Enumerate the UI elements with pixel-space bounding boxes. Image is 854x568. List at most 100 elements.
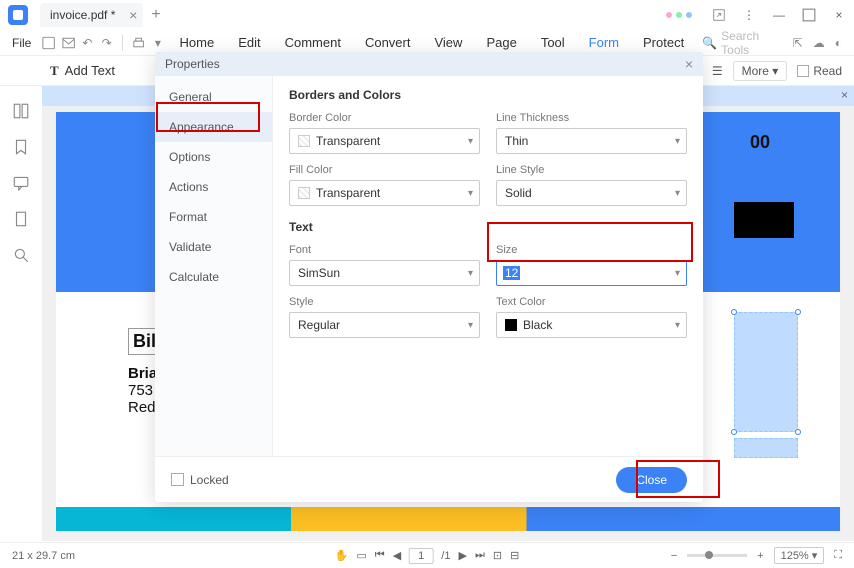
chevron-down-icon: ▾ bbox=[675, 268, 680, 279]
prev-page-icon[interactable]: ◀ bbox=[393, 549, 401, 562]
menu-form[interactable]: Form bbox=[579, 35, 629, 50]
titlebar: invoice.pdf * × + ⋮ — × bbox=[0, 0, 854, 30]
print-icon[interactable] bbox=[131, 34, 146, 52]
search-icon[interactable] bbox=[12, 246, 30, 264]
fill-color-select[interactable]: Transparent▾ bbox=[289, 180, 480, 206]
menu-page[interactable]: Page bbox=[476, 35, 526, 50]
search-tools[interactable]: 🔍 Search Tools bbox=[702, 29, 776, 57]
next-page-icon[interactable]: ▶ bbox=[458, 549, 466, 562]
theme-dots[interactable] bbox=[666, 12, 692, 18]
tab-add-icon[interactable]: + bbox=[151, 6, 160, 24]
menu-edit[interactable]: Edit bbox=[228, 35, 270, 50]
line-thickness-select[interactable]: Thin▾ bbox=[496, 128, 687, 154]
menu-home[interactable]: Home bbox=[170, 35, 225, 50]
fullscreen-icon[interactable]: ⛶ bbox=[834, 549, 842, 562]
style-select[interactable]: Regular▾ bbox=[289, 312, 480, 338]
first-page-icon[interactable]: ⏮ bbox=[375, 549, 385, 562]
document-tab[interactable]: invoice.pdf * × bbox=[40, 3, 143, 27]
maximize-icon[interactable] bbox=[802, 8, 816, 22]
menu-view[interactable]: View bbox=[424, 35, 472, 50]
menu-protect[interactable]: Protect bbox=[633, 35, 694, 50]
close-button[interactable]: Close bbox=[616, 467, 687, 493]
download-badge-icon[interactable] bbox=[794, 152, 816, 174]
attachments-icon[interactable] bbox=[12, 210, 30, 228]
invoice-number: 00 bbox=[750, 132, 770, 153]
file-menu[interactable]: File bbox=[12, 36, 31, 50]
size-input[interactable]: 12▾ bbox=[496, 260, 687, 286]
comments-icon[interactable] bbox=[12, 174, 30, 192]
close-icon[interactable]: × bbox=[832, 8, 846, 22]
zoom-slider[interactable] bbox=[687, 554, 747, 557]
dialog-content: Borders and Colors Border Color Transpar… bbox=[273, 76, 703, 456]
tab-validate[interactable]: Validate bbox=[155, 232, 272, 262]
style-label: Style bbox=[289, 296, 480, 308]
menu-comment[interactable]: Comment bbox=[275, 35, 351, 50]
menu-dots-icon[interactable]: ⋮ bbox=[742, 8, 756, 22]
more-dropdown[interactable]: More ▾ bbox=[733, 61, 788, 81]
menu-convert[interactable]: Convert bbox=[355, 35, 421, 50]
share-icon[interactable] bbox=[712, 8, 726, 22]
tab-calculate[interactable]: Calculate bbox=[155, 262, 272, 292]
fit-width-icon[interactable]: ⊡ bbox=[493, 549, 502, 562]
add-text-tool[interactable]: T Add Text bbox=[50, 63, 115, 79]
chevron-down-icon: ▾ bbox=[675, 188, 680, 199]
locked-checkbox[interactable]: Locked bbox=[171, 473, 229, 487]
logo-block bbox=[734, 202, 794, 238]
thumbnails-icon[interactable] bbox=[12, 102, 30, 120]
mail-icon[interactable] bbox=[61, 34, 76, 52]
dialog-footer: Locked Close bbox=[155, 456, 703, 502]
size-label: Size bbox=[496, 244, 687, 256]
redo-icon[interactable]: ↷ bbox=[99, 34, 114, 52]
border-color-select[interactable]: Transparent▾ bbox=[289, 128, 480, 154]
tab-title: invoice.pdf * bbox=[50, 8, 115, 22]
menu-tool[interactable]: Tool bbox=[531, 35, 575, 50]
tab-format[interactable]: Format bbox=[155, 202, 272, 232]
dialog-close-icon[interactable]: × bbox=[685, 56, 693, 72]
app-icon[interactable] bbox=[8, 5, 28, 25]
dialog-tabs: General Appearance Options Actions Forma… bbox=[155, 76, 273, 456]
font-label: Font bbox=[289, 244, 480, 256]
banner-close-icon[interactable]: × bbox=[841, 88, 848, 102]
select-tool-icon[interactable]: ▭ bbox=[356, 549, 366, 562]
text-color-select[interactable]: Black▾ bbox=[496, 312, 687, 338]
hamburger-icon[interactable]: ☰ bbox=[712, 64, 723, 78]
undo-icon[interactable]: ↶ bbox=[80, 34, 95, 52]
fit-page-icon[interactable]: ⊟ bbox=[510, 549, 519, 562]
font-select[interactable]: SimSun▾ bbox=[289, 260, 480, 286]
border-color-label: Border Color bbox=[289, 112, 480, 124]
tab-general[interactable]: General bbox=[155, 82, 272, 112]
share2-icon[interactable]: ⇱ bbox=[793, 36, 803, 50]
feedback-icon[interactable]: ◐ bbox=[835, 36, 842, 50]
cloud-icon[interactable]: ☁ bbox=[813, 36, 825, 50]
line-style-select[interactable]: Solid▾ bbox=[496, 180, 687, 206]
read-checkbox[interactable]: Read bbox=[797, 64, 842, 78]
line-thickness-label: Line Thickness bbox=[496, 112, 687, 124]
chevron-down-icon: ▾ bbox=[675, 136, 680, 147]
zoom-out-icon[interactable]: − bbox=[671, 550, 677, 562]
zoom-in-icon[interactable]: + bbox=[757, 550, 763, 562]
line-style-label: Line Style bbox=[496, 164, 687, 176]
save-icon[interactable] bbox=[41, 34, 56, 52]
text-section-title: Text bbox=[289, 220, 687, 234]
minimize-icon[interactable]: — bbox=[772, 8, 786, 22]
dialog-titlebar[interactable]: Properties × bbox=[155, 52, 703, 76]
chevron-down-icon: ▾ bbox=[468, 188, 473, 199]
left-rail bbox=[0, 86, 42, 541]
tab-options[interactable]: Options bbox=[155, 142, 272, 172]
selected-form-field[interactable] bbox=[734, 312, 798, 432]
chevron-down-icon: ▾ bbox=[675, 320, 680, 331]
bookmarks-icon[interactable] bbox=[12, 138, 30, 156]
last-page-icon[interactable]: ⏭ bbox=[475, 549, 485, 562]
page-number-input[interactable]: 1 bbox=[409, 548, 433, 564]
form-field-extension[interactable] bbox=[734, 438, 798, 458]
statusbar: 21 x 29.7 cm ✋ ▭ ⏮ ◀ 1 /1 ▶ ⏭ ⊡ ⊟ − + 12… bbox=[0, 542, 854, 568]
zoom-percent[interactable]: 125% ▾ bbox=[774, 547, 825, 564]
chevron-down-icon[interactable]: ▾ bbox=[150, 34, 165, 52]
fill-color-label: Fill Color bbox=[289, 164, 480, 176]
tab-close-icon[interactable]: × bbox=[129, 7, 137, 23]
tab-appearance[interactable]: Appearance bbox=[155, 112, 272, 142]
tab-actions[interactable]: Actions bbox=[155, 172, 272, 202]
page-dimensions: 21 x 29.7 cm bbox=[12, 550, 75, 562]
page-total: /1 bbox=[441, 550, 450, 562]
hand-tool-icon[interactable]: ✋ bbox=[335, 549, 349, 562]
